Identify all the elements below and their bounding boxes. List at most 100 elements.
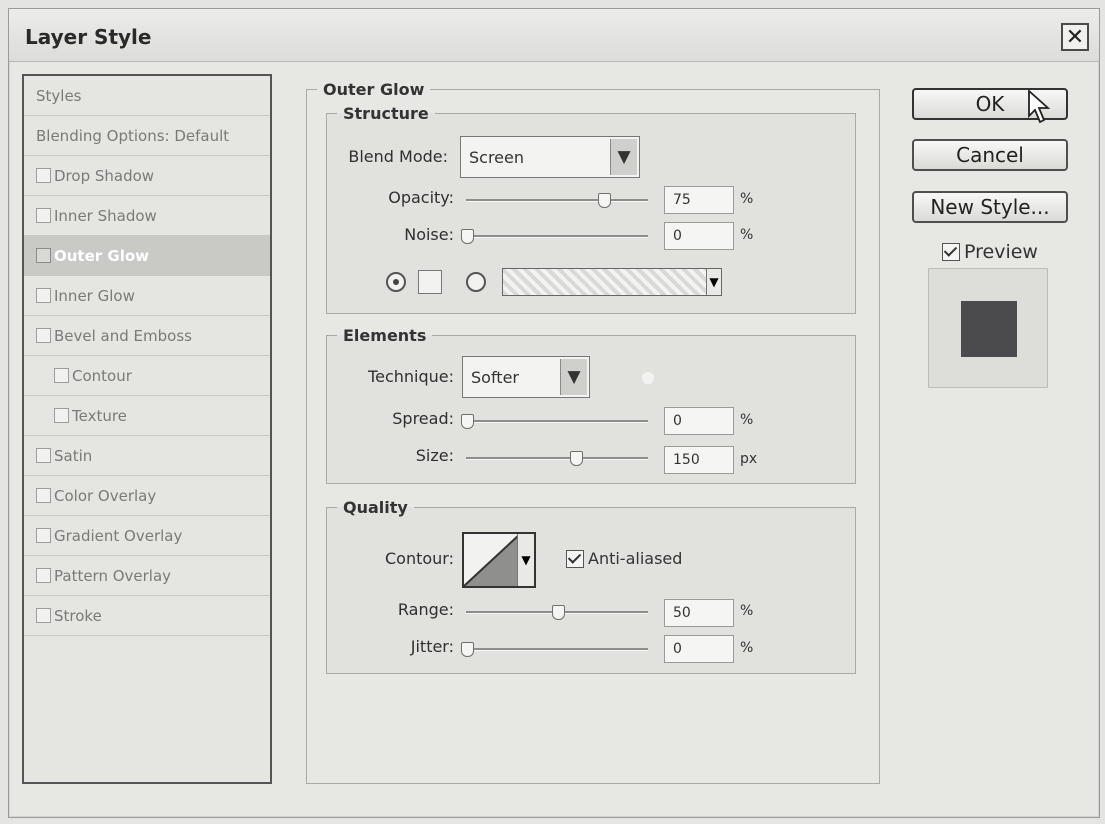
glow-color-swatch[interactable] xyxy=(418,270,442,294)
style-item-bevel-and-emboss[interactable]: Bevel and Emboss xyxy=(24,316,270,356)
noise-slider-thumb[interactable] xyxy=(461,229,474,244)
opacity-slider-thumb[interactable] xyxy=(598,193,611,208)
blend-mode-select[interactable]: Screen ▼ xyxy=(460,136,640,178)
style-item-label: Satin xyxy=(54,446,93,465)
styles-list-panel: Styles Blending Options: Default Drop Shad… xyxy=(22,74,272,784)
style-checkbox[interactable] xyxy=(36,328,51,343)
noise-slider-track[interactable] xyxy=(466,235,648,238)
style-checkbox[interactable] xyxy=(36,568,51,583)
style-item-label: Outer Glow xyxy=(54,246,150,265)
anti-aliased-checkbox[interactable] xyxy=(566,549,584,568)
style-checkbox[interactable] xyxy=(36,608,51,623)
chevron-down-icon: ▼ xyxy=(560,359,587,395)
blend-mode-value: Screen xyxy=(469,148,525,167)
blend-mode-label: Blend Mode: xyxy=(348,147,448,166)
style-item-label: Texture xyxy=(72,406,127,425)
preview-checkbox[interactable] xyxy=(942,243,960,261)
style-checkbox[interactable] xyxy=(36,208,51,223)
style-checkbox[interactable] xyxy=(54,368,69,383)
style-checkbox[interactable] xyxy=(36,288,51,303)
contour-label: Contour: xyxy=(385,549,454,568)
jitter-unit: % xyxy=(740,640,754,656)
spread-unit: % xyxy=(740,412,754,428)
technique-label: Technique: xyxy=(368,367,454,386)
anti-aliased-label: Anti-aliased xyxy=(588,549,683,568)
style-item-drop-shadow[interactable]: Drop Shadow xyxy=(24,156,270,196)
style-item-styles[interactable]: Styles xyxy=(24,76,270,116)
dialog-title: Layer Style xyxy=(25,25,152,49)
size-label: Size: xyxy=(415,446,454,465)
spread-slider-track[interactable] xyxy=(466,420,648,423)
style-item-inner-glow[interactable]: Inner Glow xyxy=(24,276,270,316)
style-item-label: Pattern Overlay xyxy=(54,566,172,585)
contour-curve-icon xyxy=(464,534,520,586)
style-item-label: Stroke xyxy=(54,606,102,625)
style-item-color-overlay[interactable]: Color Overlay xyxy=(24,476,270,516)
style-item-outer-glow[interactable]: Outer Glow xyxy=(24,236,270,276)
jitter-slider-track[interactable] xyxy=(466,648,648,651)
style-item-contour[interactable]: Contour xyxy=(24,356,270,396)
style-checkbox[interactable] xyxy=(36,488,51,503)
preview-label: Preview xyxy=(964,241,1038,263)
technique-select[interactable]: Softer ▼ xyxy=(462,356,590,398)
style-checkbox[interactable] xyxy=(36,448,51,463)
new-style-button[interactable]: New Style... xyxy=(912,191,1068,223)
style-item-label: Gradient Overlay xyxy=(54,526,183,545)
spread-label: Spread: xyxy=(392,409,454,428)
style-item-satin[interactable]: Satin xyxy=(24,436,270,476)
range-label: Range: xyxy=(397,600,454,619)
jitter-input[interactable]: 0 xyxy=(664,635,734,663)
style-item-texture[interactable]: Texture xyxy=(24,396,270,436)
style-checkbox[interactable] xyxy=(36,168,51,183)
style-checkbox[interactable] xyxy=(36,248,51,263)
outer-glow-title: Outer Glow xyxy=(323,80,425,99)
range-input[interactable]: 50 xyxy=(664,599,734,627)
jitter-slider-thumb[interactable] xyxy=(461,642,474,657)
spread-input[interactable]: 0 xyxy=(664,407,734,435)
title-bar: Layer Style ✕ xyxy=(9,9,1099,62)
anti-aliased-option[interactable]: Anti-aliased xyxy=(566,549,682,568)
size-input[interactable]: 150 xyxy=(664,446,734,474)
size-slider-thumb[interactable] xyxy=(570,451,583,466)
opacity-input[interactable]: 75 xyxy=(664,186,734,214)
style-item-label: Styles xyxy=(36,86,82,105)
size-slider-track[interactable] xyxy=(466,457,648,460)
technique-value: Softer xyxy=(471,368,519,387)
mouse-cursor-icon xyxy=(1028,88,1051,128)
style-item-pattern-overlay[interactable]: Pattern Overlay xyxy=(24,556,270,596)
style-item-stroke[interactable]: Stroke xyxy=(24,596,270,636)
preview-swatch xyxy=(961,301,1017,357)
opacity-slider-track[interactable] xyxy=(466,199,648,202)
style-item-label: Inner Shadow xyxy=(54,206,157,225)
chevron-down-icon: ▼ xyxy=(517,534,534,586)
style-item-gradient-overlay[interactable]: Gradient Overlay xyxy=(24,516,270,556)
noise-label: Noise: xyxy=(404,225,454,244)
spread-slider-thumb[interactable] xyxy=(461,414,474,429)
noise-input[interactable]: 0 xyxy=(664,222,734,250)
preview-option[interactable]: Preview xyxy=(942,241,1038,263)
size-unit: px xyxy=(740,451,758,467)
preview-box xyxy=(928,268,1048,388)
gradient-radio[interactable] xyxy=(466,272,486,292)
style-item-label: Blending Options: Default xyxy=(36,126,230,145)
opacity-unit: % xyxy=(740,191,754,207)
solid-color-radio[interactable] xyxy=(386,272,406,292)
style-checkbox[interactable] xyxy=(54,408,69,423)
structure-title: Structure xyxy=(343,104,429,123)
style-checkbox[interactable] xyxy=(36,528,51,543)
style-item-blending-options-default[interactable]: Blending Options: Default xyxy=(24,116,270,156)
cancel-button[interactable]: Cancel xyxy=(912,139,1068,171)
range-slider-thumb[interactable] xyxy=(552,605,565,620)
noise-unit: % xyxy=(740,227,754,243)
style-item-label: Contour xyxy=(72,366,132,385)
jitter-label: Jitter: xyxy=(410,637,454,656)
chevron-down-icon: ▼ xyxy=(610,139,637,175)
gradient-picker[interactable]: ▼ xyxy=(502,268,722,296)
opacity-label: Opacity: xyxy=(388,188,454,207)
style-item-label: Color Overlay xyxy=(54,486,157,505)
elements-title: Elements xyxy=(343,326,427,345)
style-item-label: Drop Shadow xyxy=(54,166,155,185)
close-button[interactable]: ✕ xyxy=(1061,23,1089,51)
style-item-inner-shadow[interactable]: Inner Shadow xyxy=(24,196,270,236)
contour-picker[interactable]: ▼ xyxy=(462,532,536,588)
